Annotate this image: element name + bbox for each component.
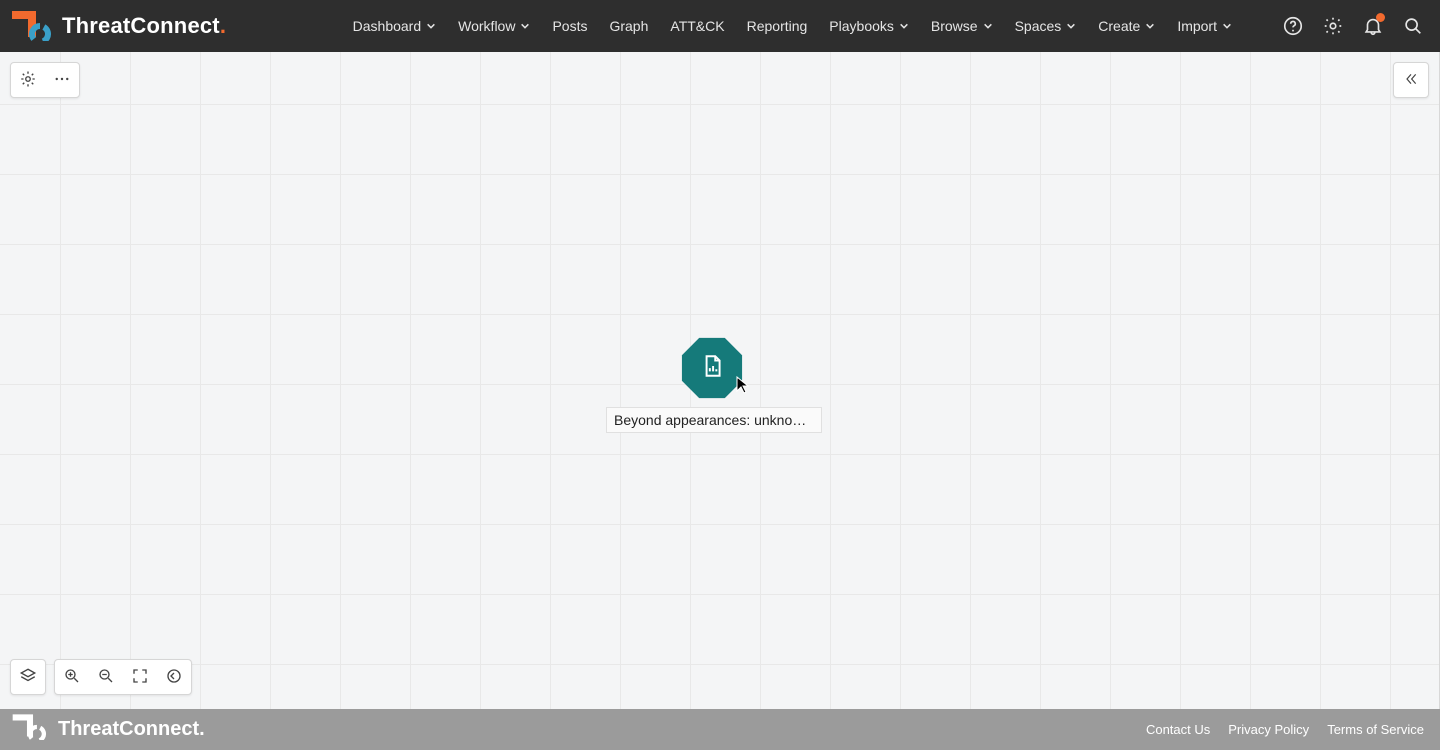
nav-browse[interactable]: Browse [931,18,993,34]
nav-playbooks[interactable]: Playbooks [829,18,909,34]
search-button[interactable] [1400,13,1426,39]
help-button[interactable] [1280,13,1306,39]
canvas-layers-toolbar [10,659,46,695]
chevron-down-icon [1145,21,1155,31]
footer-logo: ThreatConnect. [10,714,205,746]
zoom-in-button[interactable] [55,660,89,694]
canvas-toolbar-settings [10,62,80,98]
main-nav: Dashboard Workflow Posts Graph ATT&CK Re… [353,13,1426,39]
zoom-out-icon [97,667,115,688]
layers-button[interactable] [11,660,45,694]
nav-attack[interactable]: ATT&CK [670,18,724,34]
graph-node-report[interactable] [680,336,744,400]
report-document-icon [699,353,725,384]
chevron-down-icon [899,21,909,31]
logo-mark-icon [10,714,50,746]
notification-badge [1376,13,1385,22]
settings-button[interactable] [1320,13,1346,39]
brand-name: ThreatConnect. [62,13,226,39]
report-node-shape [680,336,744,400]
nav-import[interactable]: Import [1177,18,1232,34]
nav-utility [1280,13,1426,39]
chevron-down-icon [520,21,530,31]
chevron-down-icon [1222,21,1232,31]
canvas-more-button[interactable] [45,63,79,97]
layers-icon [19,667,37,688]
brand-logo[interactable]: ThreatConnect. [10,11,226,41]
chevron-down-icon [1066,21,1076,31]
fit-screen-button[interactable] [123,660,157,694]
footer-brand-name: ThreatConnect. [58,718,205,741]
footer-link-contact[interactable]: Contact Us [1146,722,1210,737]
nav-posts[interactable]: Posts [552,18,587,34]
top-nav: ThreatConnect. Dashboard Workflow Posts … [0,0,1440,52]
gear-icon [19,70,37,91]
canvas-zoom-toolbar [54,659,192,695]
more-horizontal-icon [53,70,71,91]
nav-reporting[interactable]: Reporting [747,18,808,34]
canvas-collapse-panel [1393,62,1429,98]
reset-view-button[interactable] [157,660,191,694]
footer-link-privacy[interactable]: Privacy Policy [1228,722,1309,737]
expand-icon [131,667,149,688]
footer-links: Contact Us Privacy Policy Terms of Servi… [1146,722,1424,737]
nav-spaces[interactable]: Spaces [1015,18,1077,34]
zoom-in-icon [63,667,81,688]
chevrons-left-icon [1403,71,1419,90]
footer: ThreatConnect. Contact Us Privacy Policy… [0,709,1440,750]
nav-dashboard[interactable]: Dashboard [353,18,437,34]
chevron-down-icon [983,21,993,31]
collapse-panel-button[interactable] [1394,63,1428,97]
logo-mark-icon [10,11,54,41]
footer-link-terms[interactable]: Terms of Service [1327,722,1424,737]
notifications-button[interactable] [1360,13,1386,39]
nav-workflow[interactable]: Workflow [458,18,530,34]
graph-node-label: Beyond appearances: unknown a… [606,407,822,433]
reset-icon [165,667,183,688]
zoom-out-button[interactable] [89,660,123,694]
chevron-down-icon [426,21,436,31]
graph-canvas[interactable]: Beyond appearances: unknown a… [0,52,1440,709]
nav-graph[interactable]: Graph [609,18,648,34]
nav-create[interactable]: Create [1098,18,1155,34]
canvas-settings-button[interactable] [11,63,45,97]
